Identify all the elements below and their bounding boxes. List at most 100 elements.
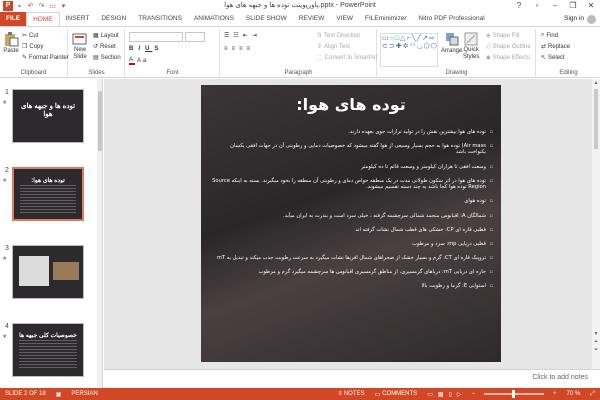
comments-toggle[interactable]: ▭ COMMENTS [370, 391, 423, 398]
zoom-level[interactable]: 70 % [562, 391, 586, 397]
restore-button[interactable]: ❐ [564, 0, 582, 12]
thumbnails-scrollbar[interactable] [97, 79, 102, 388]
tab-home[interactable]: HOME [26, 12, 60, 26]
close-button[interactable]: ✕ [582, 0, 600, 12]
reset-button[interactable]: ↺ Reset [93, 43, 116, 51]
tab-fileminimizer[interactable]: FILEminimizer [359, 12, 413, 26]
shape-outline-button[interactable]: ◇ Shape Outline [486, 43, 531, 51]
shadow-icon[interactable]: S [154, 46, 161, 52]
scrollbar-thumb[interactable] [98, 91, 102, 151]
list-buttons[interactable]: ☰ ☷ ⇤ ⇥ [224, 32, 259, 39]
shape-effects-button[interactable]: ◆ Shape Effects [486, 54, 530, 62]
shape-fill-button[interactable]: ◈ Shape Fill [486, 32, 519, 40]
convert-smartart-button[interactable]: ⬚ Convert to SmartArt [317, 54, 378, 62]
align-right-icon[interactable]: ≡ [239, 46, 245, 52]
font-name-field[interactable] [129, 32, 183, 42]
tab-animations[interactable]: ANIMATIONS [188, 12, 240, 26]
undo-icon[interactable]: ↶ [26, 2, 35, 11]
present-icon[interactable]: ▭ [48, 2, 57, 11]
language-indicator[interactable]: PERSIAN [66, 391, 102, 397]
tab-nitro-pdf[interactable]: Nitro PDF Professional [413, 12, 491, 26]
format-painter-button[interactable]: ✎ Format Painter [22, 54, 69, 62]
paste-button[interactable]: Paste [3, 31, 19, 54]
align-left-icon[interactable]: ≡ [224, 46, 230, 52]
zoom-in-icon[interactable]: + [548, 391, 562, 397]
format-painter-icon: ✎ [22, 55, 28, 61]
tab-file[interactable]: FILE [0, 12, 27, 26]
avatar[interactable] [587, 14, 596, 24]
slide-body-text[interactable]: توده های هوا بیشترین نقش را در تولید ترا… [211, 129, 493, 356]
font-color-buttons[interactable]: A Aa [129, 57, 148, 65]
arrange-button[interactable]: Arrange [441, 31, 462, 54]
align-text-button[interactable]: ⇕ Align Text [317, 43, 350, 51]
scroll-down-icon[interactable]: ▼ [592, 331, 600, 337]
scroll-up-icon[interactable]: ▲ [592, 80, 600, 86]
zoom-out-icon[interactable]: − [466, 391, 480, 397]
view-buttons[interactable]: ▭ ▦ ▯ ▷ [422, 391, 466, 398]
slide-scrollbar[interactable]: ▲ ▼ ⏶ ⏷ [592, 79, 600, 369]
normal-view-icon[interactable]: ▭ [427, 391, 433, 398]
bold-icon[interactable]: B [129, 46, 136, 52]
shapes-gallery[interactable]: ▭○□△⌐╲╱↗⇨⇩☆◇⌒{}⊂⊃✚✲◠◡⬠⬡ [380, 33, 438, 67]
find-button[interactable]: ⌕ Find [541, 32, 558, 39]
change-case-icon[interactable]: Aa [137, 58, 148, 64]
thumbnail-map-image [19, 256, 49, 286]
tab-slide-show[interactable]: SLIDE SHOW [240, 12, 293, 26]
sign-in-link[interactable]: Sign in [564, 12, 584, 26]
quick-styles-button[interactable]: Quick Styles [463, 31, 479, 61]
increase-indent-icon[interactable]: ⇥ [252, 32, 259, 39]
reading-view-icon[interactable]: ▯ [449, 391, 452, 398]
sign-in-area[interactable]: Sign in [564, 12, 596, 26]
previous-slide-icon[interactable]: ⏶ [592, 339, 600, 345]
decrease-indent-icon[interactable]: ⇤ [243, 32, 250, 39]
slide-thumbnail-4[interactable]: خصوصیات کلی جبهه ها [12, 323, 84, 377]
justify-icon[interactable]: ≡ [247, 46, 253, 52]
copy-button[interactable]: ❐ Copy [22, 43, 43, 51]
save-icon[interactable]: ▪ [15, 2, 24, 11]
cut-button[interactable]: ✂ Cut [22, 32, 38, 40]
bullets-icon[interactable]: ☰ [224, 32, 231, 39]
bullet-item: تروپیک قاره ای CT: گرم و بسیار خشک از صح… [211, 255, 493, 262]
tab-insert[interactable]: INSERT [60, 12, 96, 26]
slide-show-icon[interactable]: ▷ [457, 391, 462, 398]
ribbon-display-options-icon[interactable]: ▫ [528, 0, 546, 12]
font-style-buttons[interactable]: B I U S [129, 46, 161, 52]
alignment-buttons[interactable]: ≡ ≡ ≡ ≡ [224, 46, 252, 52]
redo-icon[interactable]: ↷ [37, 2, 46, 11]
layout-button[interactable]: ▦ Layout [93, 32, 119, 40]
tab-view[interactable]: VIEW [330, 12, 359, 26]
italic-icon[interactable]: I [138, 46, 143, 52]
fit-to-window-icon[interactable]: ⤢ [585, 391, 600, 398]
text-direction-button[interactable]: ⇅ Text Direction [317, 32, 360, 40]
align-center-icon[interactable]: ≡ [232, 46, 238, 52]
section-button[interactable]: ▤ Section [93, 54, 121, 62]
select-button[interactable]: ↖ Select [541, 54, 565, 62]
notes-toggle[interactable]: ≡ NOTES [333, 391, 369, 397]
convert-smartart-label: Convert to SmartArt [324, 54, 378, 61]
font-color-icon[interactable]: A [129, 57, 136, 65]
zoom-slider[interactable] [483, 390, 544, 398]
spelling-icon[interactable]: ▣ [51, 391, 67, 398]
zoom-slider-knob[interactable] [511, 390, 515, 398]
notes-pane[interactable]: Click to add notes [104, 369, 600, 388]
underline-icon[interactable]: U [145, 46, 152, 52]
next-slide-icon[interactable]: ⏷ [592, 347, 600, 353]
slide-sorter-icon[interactable]: ▦ [438, 391, 444, 398]
font-size-field[interactable] [185, 32, 205, 42]
slide-title[interactable]: توده های هوا: [201, 95, 501, 114]
help-button[interactable]: ? [510, 0, 528, 12]
replace-button[interactable]: ⇄ Replace [541, 43, 570, 51]
customize-qat-icon[interactable]: ▾ [59, 2, 68, 11]
scrollbar-thumb[interactable] [594, 89, 598, 149]
minimize-button[interactable]: – [546, 0, 564, 12]
notes-placeholder[interactable]: Click to add notes [532, 374, 588, 381]
tab-review[interactable]: REVIEW [293, 12, 331, 26]
current-slide[interactable]: توده های هوا: توده های هوا بیشترین نقش ر… [201, 85, 501, 362]
tab-transitions[interactable]: TRANSITIONS [132, 12, 188, 26]
numbering-icon[interactable]: ☷ [233, 32, 240, 39]
slide-thumbnail-2[interactable]: توده های هوا: [12, 167, 84, 221]
tab-design[interactable]: DESIGN [95, 12, 132, 26]
slide-thumbnail-3[interactable] [12, 245, 84, 299]
slide-thumbnail-1[interactable]: توده ها و جبهه های هوا [12, 89, 84, 143]
new-slide-button[interactable]: New Slide [72, 31, 88, 61]
